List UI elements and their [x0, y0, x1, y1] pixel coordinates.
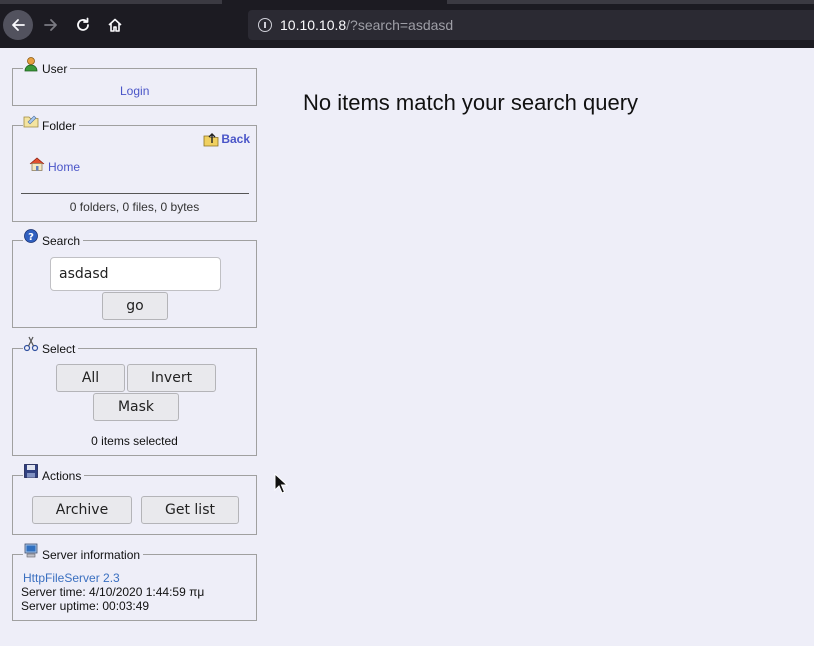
folder-legend-label: Folder [42, 119, 77, 133]
forward-button[interactable] [36, 10, 66, 40]
select-all-button[interactable]: All [56, 364, 125, 392]
actions-legend-label: Actions [42, 469, 82, 483]
no-results-message: No items match your search query [303, 90, 639, 115]
search-legend-label: Search [42, 234, 81, 248]
product-link[interactable]: HttpFileServer 2.3 [23, 571, 120, 585]
scissors-icon [23, 336, 39, 352]
actions-legend: Actions [23, 464, 85, 483]
home-link[interactable]: Home [48, 160, 80, 174]
tab-strip [0, 0, 222, 4]
svg-text:?: ? [28, 232, 34, 243]
arrow-right-icon [44, 19, 57, 31]
url-path: /?search=asdasd [346, 17, 454, 33]
select-legend-label: Select [42, 342, 76, 356]
save-icon [24, 464, 38, 478]
actions-panel: Actions Archive Get list [12, 464, 257, 535]
server-info-panel: Server information HttpFileServer 2.3 Se… [12, 543, 257, 621]
server-info-legend: Server information [23, 543, 144, 562]
search-input[interactable]: asdasd [50, 257, 221, 291]
archive-button[interactable]: Archive [32, 496, 132, 524]
folder-up-icon [203, 133, 219, 147]
user-legend: User [23, 57, 71, 76]
user-legend-label: User [42, 62, 68, 76]
browser-toolbar: 10.10.10.8/?search=asdasd [0, 0, 814, 48]
search-legend: ? Search [23, 229, 84, 248]
back-button[interactable] [3, 10, 33, 40]
folder-panel: Folder Back Home 0 folders, 0 files, 0 b… [12, 115, 257, 222]
login-link[interactable]: Login [120, 84, 149, 98]
search-input-value: asdasd [59, 266, 109, 282]
back-link-group[interactable]: Back [203, 131, 250, 147]
info-icon[interactable] [258, 18, 272, 32]
tab-strip [447, 0, 814, 4]
home-icon [29, 157, 45, 171]
invert-selection-button[interactable]: Invert [127, 364, 216, 392]
help-icon: ? [24, 229, 38, 243]
search-panel: ? Search asdasd go [12, 229, 257, 328]
folder-icon [23, 115, 39, 128]
user-panel: User Login [12, 57, 257, 106]
reload-icon [77, 17, 89, 31]
address-bar[interactable]: 10.10.10.8/?search=asdasd [248, 10, 814, 40]
mask-button[interactable]: Mask [93, 393, 179, 421]
select-panel: Select All Invert Mask 0 items selected [12, 336, 257, 456]
select-legend: Select [23, 336, 79, 356]
server-icon [24, 543, 38, 558]
go-button[interactable]: go [102, 292, 168, 320]
home-button[interactable] [100, 10, 130, 40]
home-link-group[interactable]: Home [29, 157, 80, 175]
mouse-cursor-icon [274, 473, 288, 494]
selection-status: 0 items selected [91, 434, 178, 448]
server-time: Server time: 4/10/2020 1:44:59 πμ [21, 585, 205, 599]
folder-divider [21, 193, 249, 194]
folder-summary: 0 folders, 0 files, 0 bytes [69, 200, 200, 214]
url-host: 10.10.10.8 [280, 17, 347, 33]
reload-button[interactable] [68, 10, 98, 40]
user-icon [24, 57, 38, 72]
folder-legend: Folder [23, 115, 80, 133]
home-icon [108, 18, 122, 32]
server-uptime: Server uptime: 00:03:49 [21, 599, 150, 613]
server-info-legend-label: Server information [42, 548, 141, 562]
back-link[interactable]: Back [221, 132, 250, 146]
arrow-left-icon [12, 19, 25, 31]
get-list-button[interactable]: Get list [141, 496, 239, 524]
